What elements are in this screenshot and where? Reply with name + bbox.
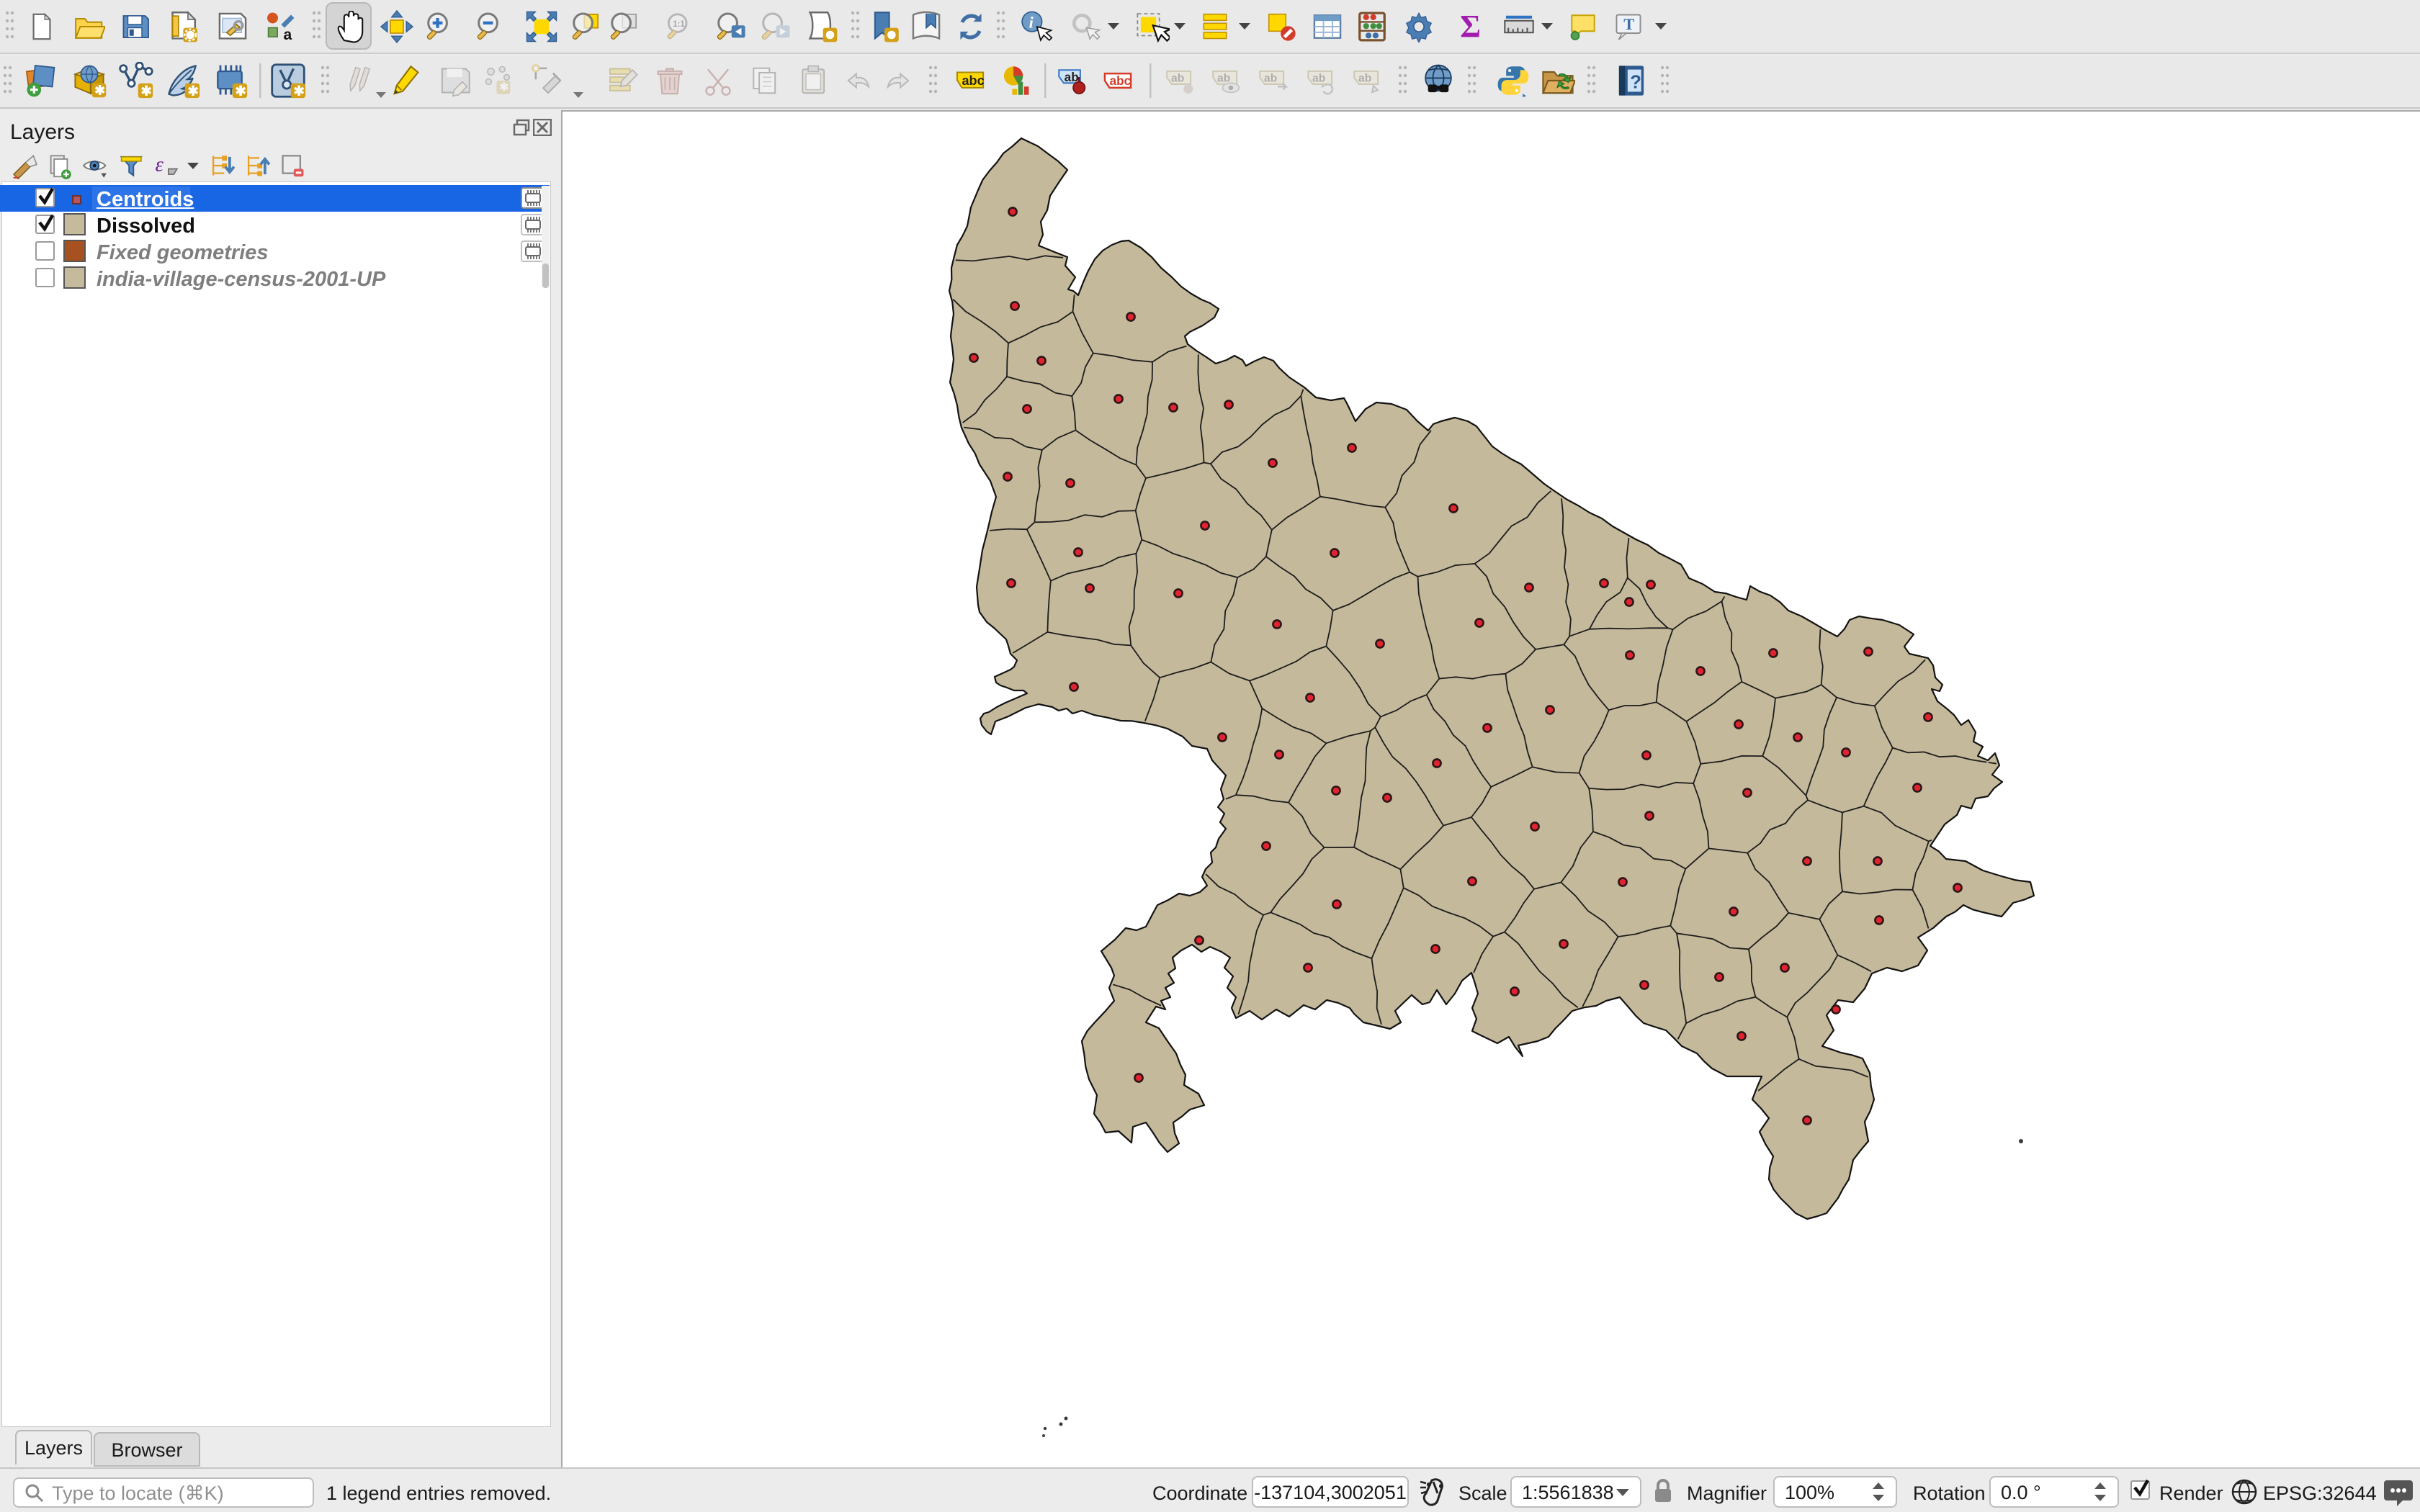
svg-text:?: ?	[1630, 72, 1641, 92]
svg-text:Σ: Σ	[1460, 11, 1481, 42]
svg-text:ab: ab	[1358, 73, 1371, 85]
svg-text:ε: ε	[156, 153, 164, 176]
svg-text:a: a	[284, 27, 292, 42]
svg-text:i: i	[1029, 14, 1034, 32]
svg-text:✱: ✱	[499, 81, 508, 94]
svg-text:ab: ab	[1264, 73, 1277, 85]
svg-text:✱: ✱	[235, 83, 246, 98]
svg-text:ab: ab	[1171, 73, 1184, 85]
svg-text:✱: ✱	[94, 84, 105, 98]
svg-text:✱: ✱	[187, 83, 199, 98]
svg-text:✱: ✱	[140, 83, 152, 98]
svg-text:abc: abc	[962, 73, 985, 88]
svg-text:ab: ab	[1312, 73, 1325, 85]
svg-text:✱: ✱	[293, 83, 305, 98]
svg-text:1:1: 1:1	[673, 20, 685, 29]
svg-text:T: T	[1623, 15, 1634, 33]
svg-text:abc: abc	[1110, 73, 1131, 88]
